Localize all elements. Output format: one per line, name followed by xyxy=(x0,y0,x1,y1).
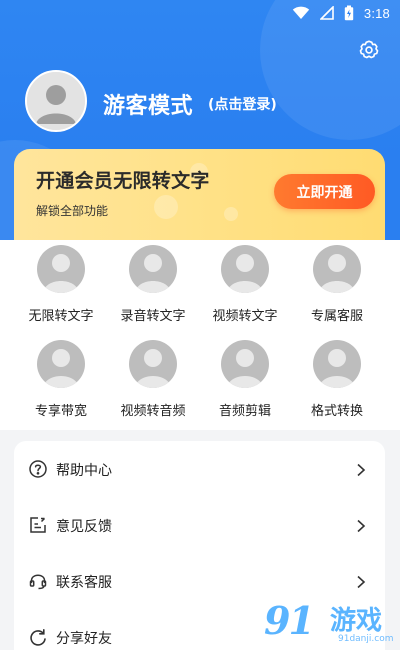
vip-title: 开通会员无限转文字 xyxy=(36,170,210,192)
edit-feedback-icon xyxy=(28,515,48,535)
feature-grid: 无限转文字 录音转文字 视频转文字 专属客服 专享带宽 视频转音频 音频剪辑 格… xyxy=(0,240,400,430)
status-icons: 3:18 xyxy=(292,5,390,21)
menu-item-help[interactable]: 帮助中心 xyxy=(14,441,385,497)
feature-label: 视频转音频 xyxy=(120,404,186,419)
feature-exclusive-support[interactable]: 专属客服 xyxy=(290,245,382,331)
app-screen: 3:18 游客模式 (点击登录) 开通会员无限转文字 解锁全部功能 立即开通 无… xyxy=(0,0,400,650)
avatar-placeholder-icon xyxy=(129,340,177,388)
menu-label: 分享好友 xyxy=(56,631,112,647)
feature-audio-edit[interactable]: 音频剪辑 xyxy=(198,340,290,426)
headset-icon xyxy=(28,571,48,591)
feature-unlimited-transcribe[interactable]: 无限转文字 xyxy=(14,245,106,331)
menu-label: 意见反馈 xyxy=(56,519,112,535)
feature-label: 录音转文字 xyxy=(120,309,186,324)
profile-section[interactable]: 游客模式 (点击登录) xyxy=(25,70,365,132)
menu-item-feedback[interactable]: 意见反馈 xyxy=(14,497,385,553)
feature-label: 专属客服 xyxy=(310,309,363,324)
avatar-placeholder-icon xyxy=(37,340,85,388)
question-circle-icon xyxy=(28,459,48,479)
battery-icon xyxy=(344,5,354,21)
gear-icon[interactable] xyxy=(358,39,380,61)
feature-video-to-text[interactable]: 视频转文字 xyxy=(198,245,290,331)
avatar-placeholder-icon xyxy=(221,340,269,388)
status-time: 3:18 xyxy=(363,5,390,21)
avatar-placeholder-icon xyxy=(313,340,361,388)
feature-video-to-audio[interactable]: 视频转音频 xyxy=(106,340,198,426)
chevron-right-icon xyxy=(355,518,367,533)
watermark-number: 91 xyxy=(264,598,315,643)
avatar-placeholder-icon xyxy=(221,245,269,293)
vip-banner[interactable]: 开通会员无限转文字 解锁全部功能 立即开通 xyxy=(14,149,385,240)
feature-label: 格式转换 xyxy=(310,404,363,419)
avatar-placeholder-icon xyxy=(129,245,177,293)
feature-format-convert[interactable]: 格式转换 xyxy=(290,340,382,426)
feature-label: 专享带宽 xyxy=(34,404,87,419)
site-watermark: 91 游戏 91danji.com xyxy=(264,598,398,650)
chevron-right-icon xyxy=(355,462,367,477)
profile-name[interactable]: 游客模式 xyxy=(103,88,193,120)
avatar-placeholder-icon xyxy=(313,245,361,293)
feature-dedicated-bandwidth[interactable]: 专享带宽 xyxy=(14,340,106,426)
avatar-placeholder-icon xyxy=(37,245,85,293)
avatar[interactable] xyxy=(25,70,87,132)
watermark-text: 游戏 xyxy=(330,606,383,636)
feature-label: 音频剪辑 xyxy=(218,404,271,419)
feature-label: 视频转文字 xyxy=(212,309,278,324)
menu-label: 帮助中心 xyxy=(56,463,112,479)
feature-label: 无限转文字 xyxy=(28,309,94,324)
open-vip-button[interactable]: 立即开通 xyxy=(274,174,375,209)
feature-audio-to-text[interactable]: 录音转文字 xyxy=(106,245,198,331)
watermark-url: 91danji.com xyxy=(338,634,394,644)
menu-label: 联系客服 xyxy=(56,575,112,591)
login-link[interactable]: (点击登录) xyxy=(208,94,277,114)
signal-icon xyxy=(319,6,334,20)
status-bar: 3:18 xyxy=(0,0,400,26)
chevron-right-icon xyxy=(355,574,367,589)
wifi-icon xyxy=(292,6,310,20)
vip-subtitle: 解锁全部功能 xyxy=(36,204,109,218)
share-icon xyxy=(28,627,48,647)
